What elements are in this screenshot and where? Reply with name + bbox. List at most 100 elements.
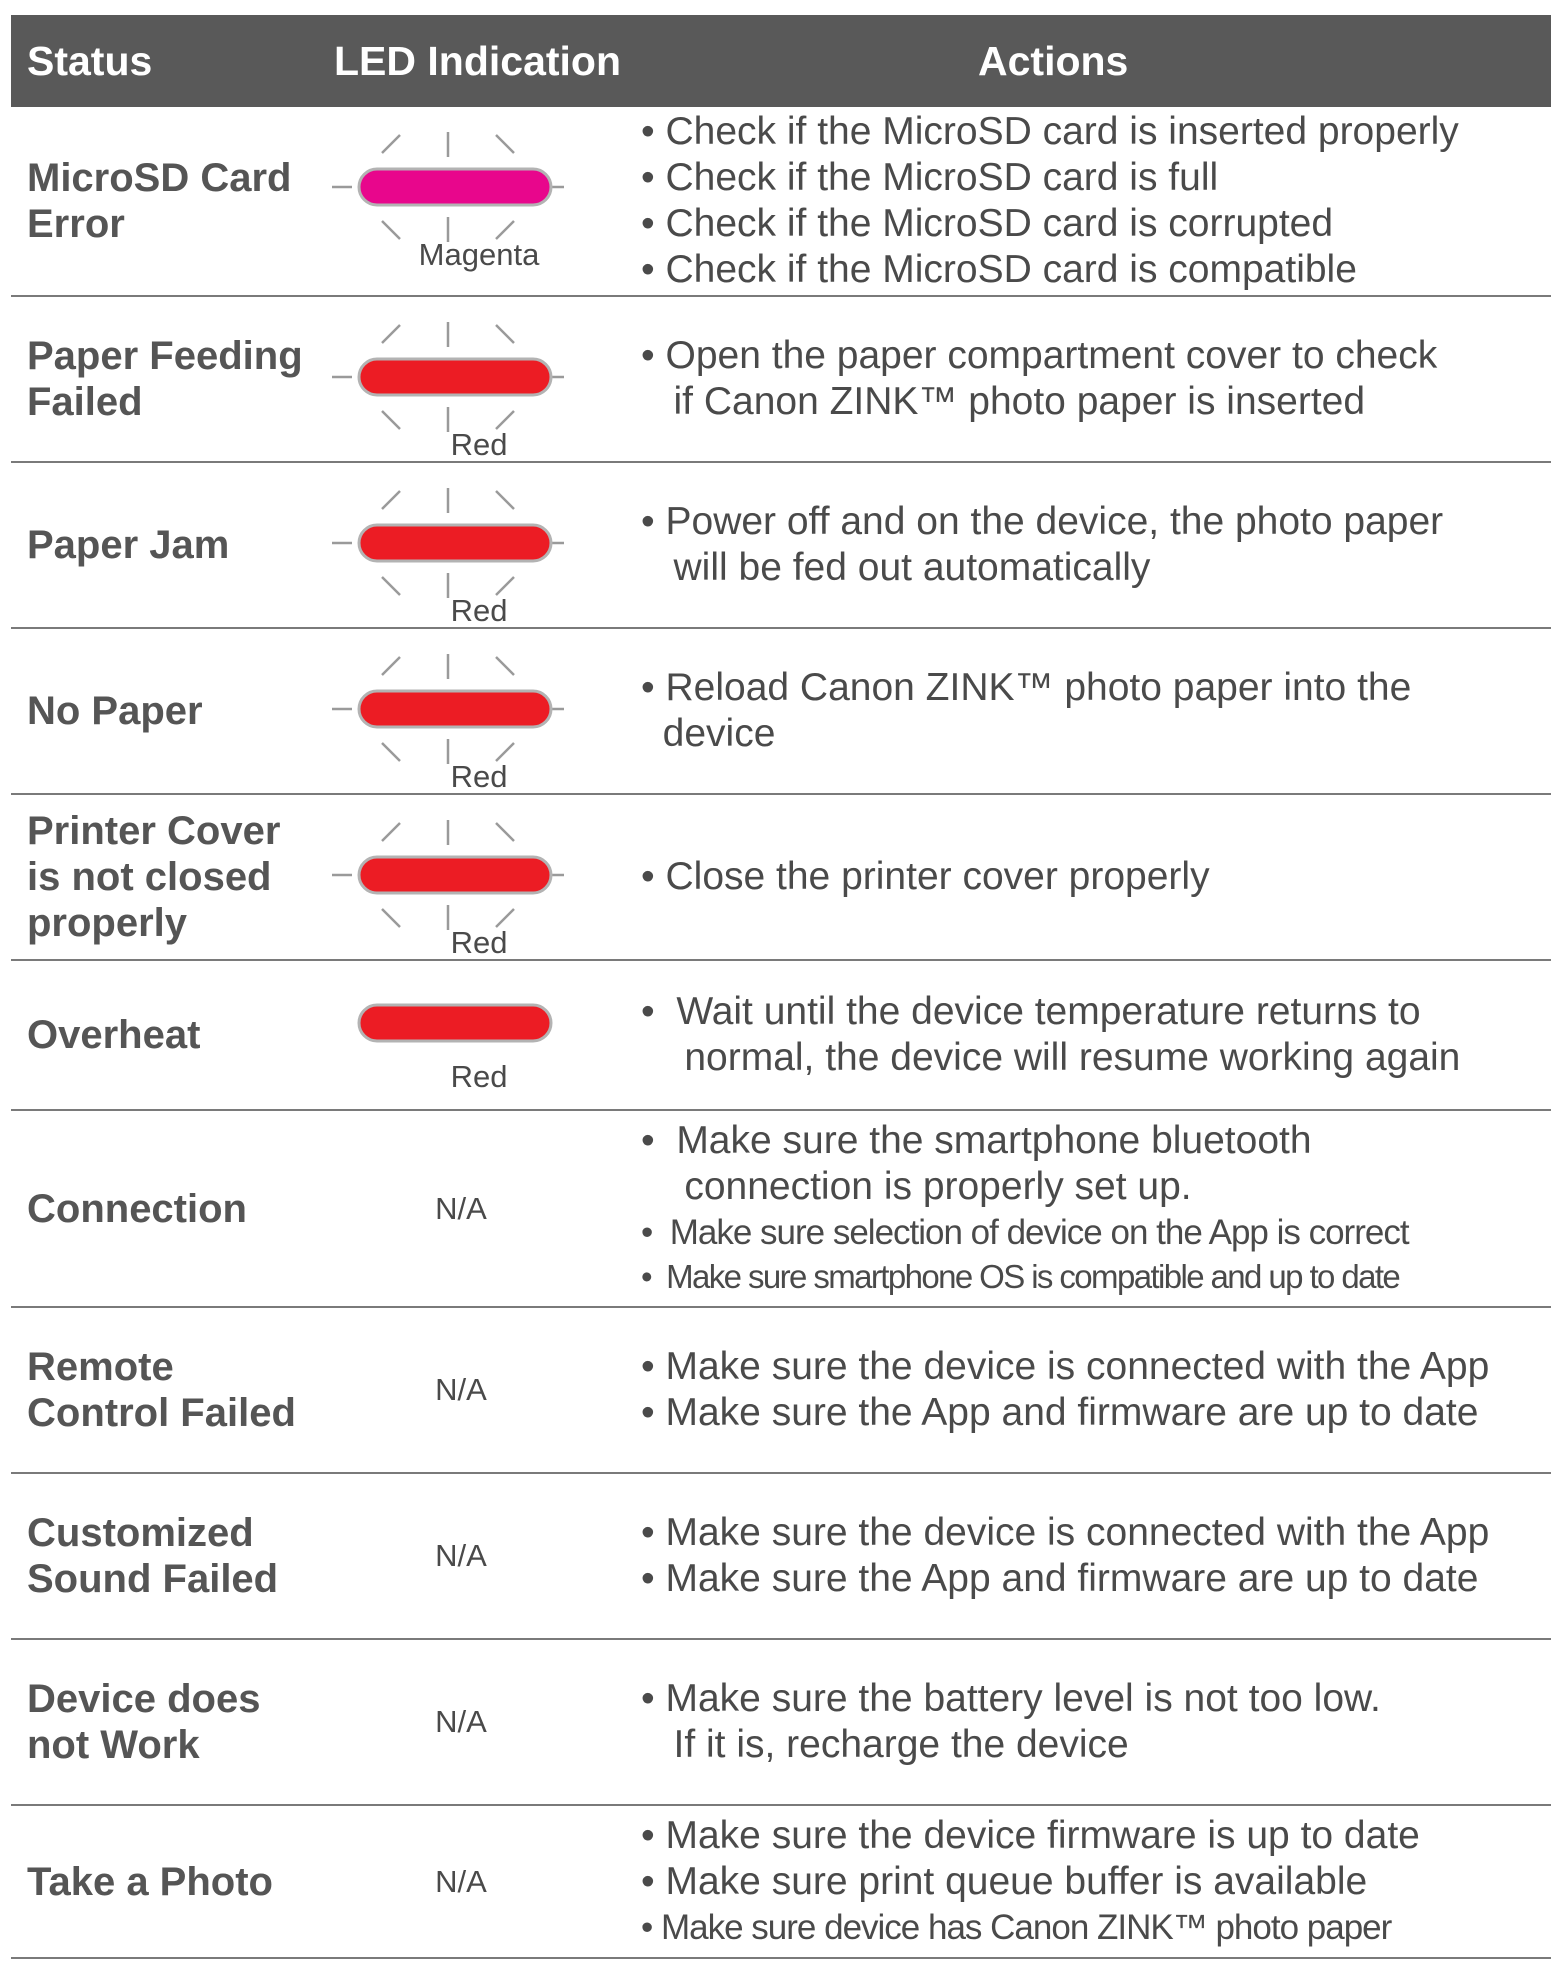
action-item: • Reload Canon ZINK™ photo paper into th… [641, 666, 1412, 709]
actions-cell: • Close the printer cover properly [641, 795, 1551, 959]
led-light-red [357, 855, 553, 895]
action-item: • Make sure the device is connected with… [641, 1345, 1490, 1388]
table-row: Take a Photo N/A • Make sure the device fi… [11, 1806, 1551, 1959]
table-row: Device does not Work N/A • Make sure the b… [11, 1640, 1551, 1806]
action-item: • Power off and on the device, the photo… [641, 500, 1444, 543]
led-na-text: N/A [435, 1863, 487, 1899]
table-row: Printer Cover is not closed properly Red •… [11, 795, 1551, 961]
table-header: Status LED Indication Actions [11, 15, 1551, 107]
action-item: will be fed out automatically [641, 546, 1151, 589]
action-item: device [641, 712, 776, 755]
action-item: • Make sure selection of device on the A… [641, 1213, 1410, 1252]
led-color-label: Red [450, 925, 508, 960]
action-item: • Check if the MicroSD card is compatibl… [641, 248, 1357, 291]
troubleshooting-table: Status LED Indication Actions MicroSD Ca… [11, 15, 1551, 1959]
actions-cell: • Wait until the device temperature retu… [641, 961, 1551, 1109]
status-cell: Device does not Work [27, 1640, 347, 1804]
blink-ray [495, 490, 515, 510]
led-indication-cell: Red [331, 629, 631, 794]
led-color-label: Red [450, 427, 508, 462]
led-indication-cell: N/A [331, 1308, 631, 1472]
action-item: If it is, recharge the device [641, 1723, 1129, 1766]
action-item: connection is properly set up. [641, 1165, 1192, 1208]
blink-ray [495, 822, 515, 842]
action-item: • Check if the MicroSD card is inserted … [641, 110, 1459, 153]
led-indication-cell: Red [331, 795, 631, 960]
status-cell: MicroSD Card Error [27, 107, 347, 295]
action-item: • Make sure the App and firmware are up … [641, 1557, 1479, 1600]
blink-ray [495, 656, 515, 676]
led-light-red [357, 689, 553, 729]
action-item: • Check if the MicroSD card is full [641, 156, 1219, 199]
led-light-red [357, 523, 553, 563]
led-light-red [357, 1003, 553, 1043]
blink-ray [381, 656, 401, 676]
status-label: Paper Jam [27, 523, 230, 567]
status-label: Remote Control Failed [27, 1345, 296, 1435]
action-item: • Make sure the device firmware is up to… [641, 1814, 1420, 1857]
led-indication-cell: N/A [331, 1640, 631, 1804]
blink-ray [495, 324, 515, 344]
blink-ray [495, 134, 515, 154]
header-status: Status [27, 38, 153, 84]
blink-ray [381, 134, 401, 154]
led-indication-cell: Red [331, 961, 631, 1109]
led-na-text: N/A [435, 1538, 487, 1573]
led-light-magenta [357, 167, 553, 207]
status-cell: Paper Feeding Failed [27, 297, 347, 461]
actions-cell: • Make sure the smartphone bluetooth con… [641, 1111, 1551, 1306]
led-na-text: N/A [435, 1704, 487, 1739]
table-row: Customized Sound Failed N/A • Make sure th… [11, 1474, 1551, 1640]
table-row: No Paper Red • Reload Canon ZINK™ photo pa… [11, 629, 1551, 795]
header-led-indication: LED Indication [334, 38, 621, 84]
table-row: Connection N/A • Make sure the smartphone … [11, 1111, 1551, 1308]
actions-cell: • Make sure the battery level is not too… [641, 1640, 1551, 1804]
status-label: Take a Photo [27, 1859, 273, 1904]
status-label: Customized Sound Failed [27, 1511, 279, 1601]
actions-cell: • Make sure the device is connected with… [641, 1308, 1551, 1472]
status-cell: Paper Jam [27, 463, 347, 627]
led-indication-cell: N/A [331, 1806, 631, 1957]
actions-cell: • Power off and on the device, the photo… [641, 463, 1551, 627]
led-color-label: Red [450, 759, 508, 794]
status-label: Paper Feeding Failed [27, 334, 303, 424]
status-label: Printer Cover is not closed properly [27, 809, 281, 945]
blink-ray [381, 324, 401, 344]
action-item: • Make sure device has Canon ZINK™ photo… [641, 1908, 1392, 1947]
led-color-label: Red [450, 1059, 508, 1094]
action-item: • Open the paper compartment cover to ch… [641, 334, 1438, 377]
table-row: Paper Feeding Failed Red • Open the paper … [11, 297, 1551, 463]
led-indication-cell: Magenta [331, 107, 631, 295]
led-color-label: Red [450, 593, 508, 628]
status-cell: Take a Photo [27, 1806, 347, 1957]
status-cell: Connection [27, 1111, 347, 1306]
table-row: MicroSD Card Error Magenta • Check if the … [11, 107, 1551, 297]
action-item: • Make sure print queue buffer is availa… [641, 1860, 1368, 1903]
led-indication-cell: Red [331, 297, 631, 462]
table-row: Paper Jam Red • Power off and on the devic… [11, 463, 1551, 629]
actions-cell: • Make sure the device is connected with… [641, 1474, 1551, 1638]
table-row: Remote Control Failed N/A • Make sure the … [11, 1308, 1551, 1474]
actions-cell: • Make sure the device firmware is up to… [641, 1806, 1551, 1957]
led-indication-cell: Red [331, 463, 631, 628]
action-item: • Make sure the battery level is not too… [641, 1677, 1381, 1720]
led-light-red [357, 357, 553, 397]
led-na-text: N/A [435, 1190, 487, 1226]
action-item: • Make sure smartphone OS is compatible … [641, 1258, 1401, 1295]
status-cell: Printer Cover is not closed properly [27, 795, 347, 959]
status-cell: Remote Control Failed [27, 1308, 347, 1472]
led-na-text: N/A [435, 1372, 487, 1407]
action-item: normal, the device will resume working a… [641, 1036, 1461, 1079]
status-label: Overheat [27, 1013, 201, 1057]
status-label: No Paper [27, 689, 203, 733]
led-indication-cell: N/A [331, 1474, 631, 1638]
led-indication-cell: N/A [331, 1111, 631, 1306]
status-label: Device does not Work [27, 1677, 261, 1767]
action-item: • Check if the MicroSD card is corrupted [641, 202, 1334, 245]
action-item: • Make sure the App and firmware are up … [641, 1391, 1479, 1434]
table-row: Overheat Red • Wait until the device tempe… [11, 961, 1551, 1111]
status-label: MicroSD Card Error [27, 156, 292, 246]
status-cell: Overheat [27, 961, 347, 1109]
status-label: Connection [27, 1186, 247, 1231]
table-body: MicroSD Card Error Magenta • Check if the … [11, 107, 1551, 1959]
